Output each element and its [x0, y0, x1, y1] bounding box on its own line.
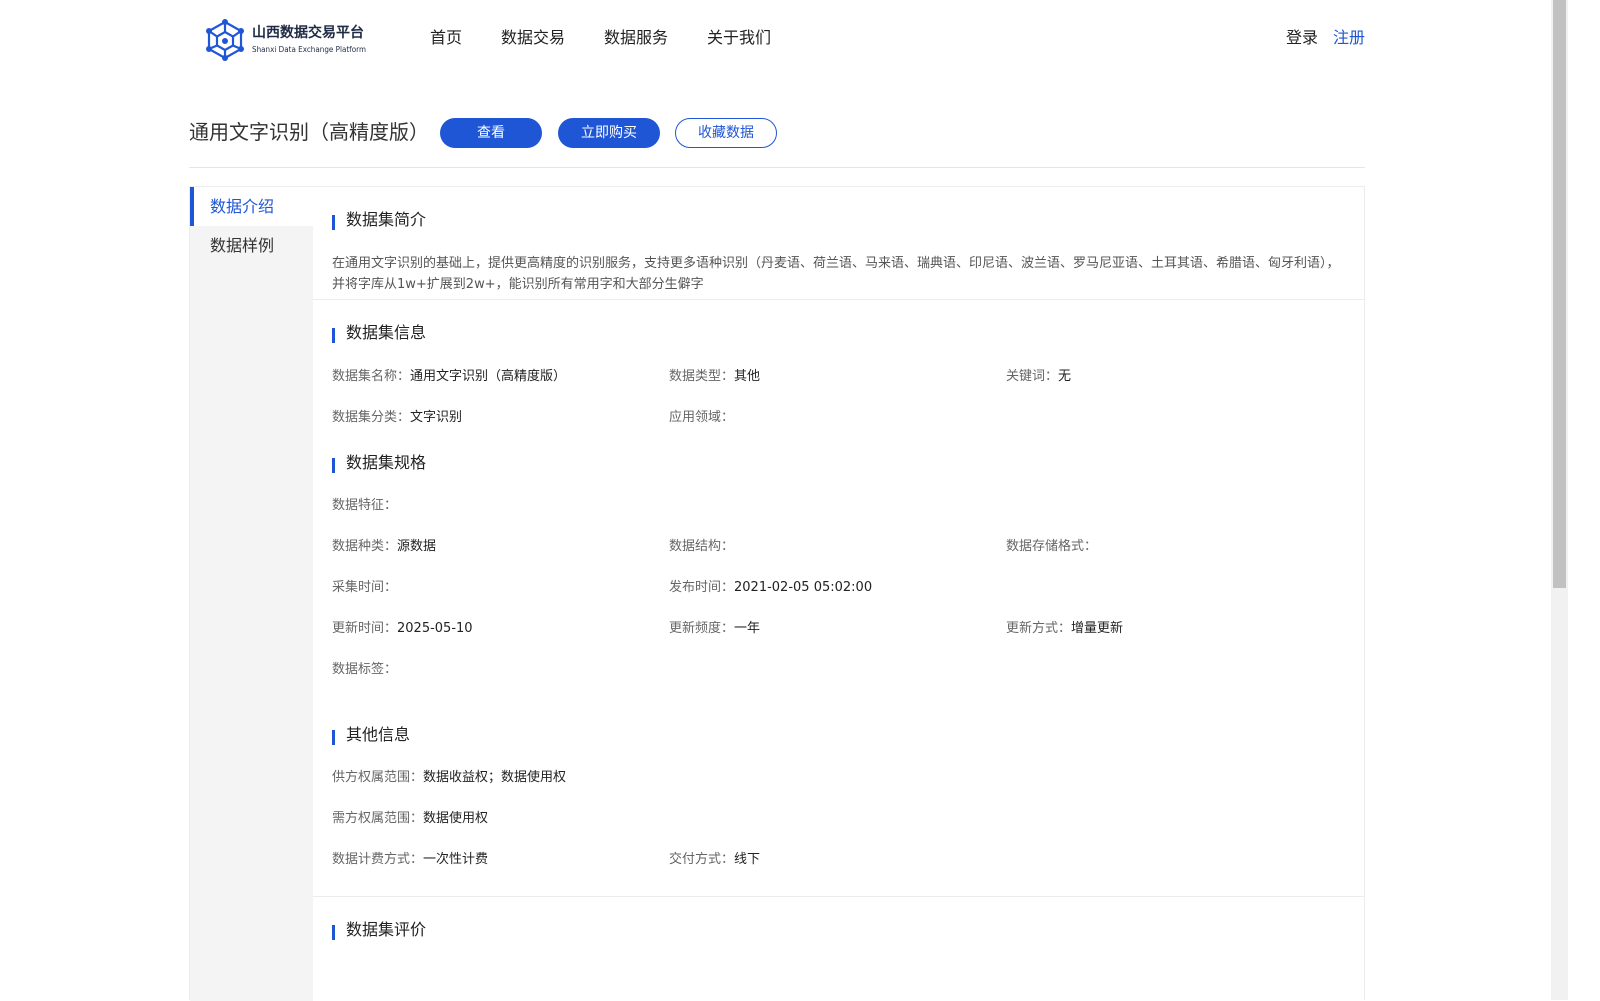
field-data-kind: 数据种类：源数据 [332, 539, 437, 554]
field-update-method: 更新方式：增量更新 [1006, 621, 1124, 636]
field-billing-method: 数据计费方式：一次性计费 [332, 852, 489, 867]
nav-item-home[interactable]: 首页 [430, 27, 462, 49]
page-title: 通用文字识别（高精度版） [189, 120, 429, 144]
auth-links: 登录 注册 [1286, 27, 1365, 49]
field-features: 数据特征： [332, 498, 398, 513]
sidebar-item-samples[interactable]: 数据样例 [190, 226, 313, 265]
field-data-type: 数据类型：其他 [669, 369, 761, 384]
field-publish-time: 发布时间：2021-02-05 05:02:00 [669, 580, 873, 595]
product-title-bar: 通用文字识别（高精度版） 查看 立即购买 收藏数据 [189, 117, 1365, 168]
field-application-domain: 应用领域： [669, 410, 735, 425]
register-link[interactable]: 注册 [1333, 27, 1365, 49]
field-data-tags: 数据标签： [332, 662, 398, 677]
section-title-info: 数据集信息 [332, 323, 426, 343]
nav-item-data-service[interactable]: 数据服务 [604, 27, 668, 49]
nav-item-about[interactable]: 关于我们 [707, 27, 771, 49]
section-title-other: 其他信息 [332, 725, 410, 745]
sidebar: 数据介绍 数据样例 [190, 187, 313, 1001]
field-collect-time: 采集时间： [332, 580, 398, 595]
field-category: 数据集分类：文字识别 [332, 410, 463, 425]
section-title-spec: 数据集规格 [332, 453, 426, 473]
field-delivery-method: 交付方式：线下 [669, 852, 761, 867]
logo-icon [206, 19, 244, 61]
login-link[interactable]: 登录 [1286, 27, 1318, 49]
favorite-button[interactable]: 收藏数据 [675, 118, 777, 148]
field-demander-rights: 需方权属范围：数据使用权 [332, 811, 489, 826]
logo-title: 山西数据交易平台 [252, 25, 364, 41]
field-dataset-name: 数据集名称：通用文字识别（高精度版） [332, 369, 567, 384]
field-keywords: 关键词：无 [1006, 369, 1072, 384]
sidebar-item-intro[interactable]: 数据介绍 [190, 187, 313, 226]
divider [313, 299, 1364, 300]
field-update-frequency: 更新频度：一年 [669, 621, 761, 636]
field-supplier-rights: 供方权属范围：数据收益权；数据使用权 [332, 770, 567, 785]
main-nav: 首页 数据交易 数据服务 关于我们 [430, 27, 810, 49]
section-title-intro: 数据集简介 [332, 210, 426, 230]
site-logo[interactable]: 山西数据交易平台 Shanxi Data Exchange Platform [205, 19, 379, 61]
section-title-review: 数据集评价 [332, 920, 426, 940]
detail-panel: 数据介绍 数据样例 数据集简介 在通用文字识别的基础上，提供更高精度的识别服务，… [189, 186, 1365, 1001]
top-header: 山西数据交易平台 Shanxi Data Exchange Platform 首… [0, 0, 1568, 80]
logo-subtitle: Shanxi Data Exchange Platform [252, 45, 366, 54]
nav-item-data-trade[interactable]: 数据交易 [501, 27, 565, 49]
field-storage-format: 数据存储格式： [1006, 539, 1098, 554]
divider [313, 896, 1364, 897]
field-update-time: 更新时间：2025-05-10 [332, 621, 473, 636]
field-data-structure: 数据结构： [669, 539, 735, 554]
page-scrollbar[interactable] [1551, 0, 1568, 1000]
main-content: 数据集简介 在通用文字识别的基础上，提供更高精度的识别服务，支持更多语种识别（丹… [313, 187, 1364, 1000]
intro-text: 在通用文字识别的基础上，提供更高精度的识别服务，支持更多语种识别（丹麦语、荷兰语… [332, 256, 1340, 292]
scrollbar-thumb[interactable] [1553, 0, 1566, 588]
view-button[interactable]: 查看 [440, 118, 542, 148]
buy-now-button[interactable]: 立即购买 [558, 118, 660, 148]
